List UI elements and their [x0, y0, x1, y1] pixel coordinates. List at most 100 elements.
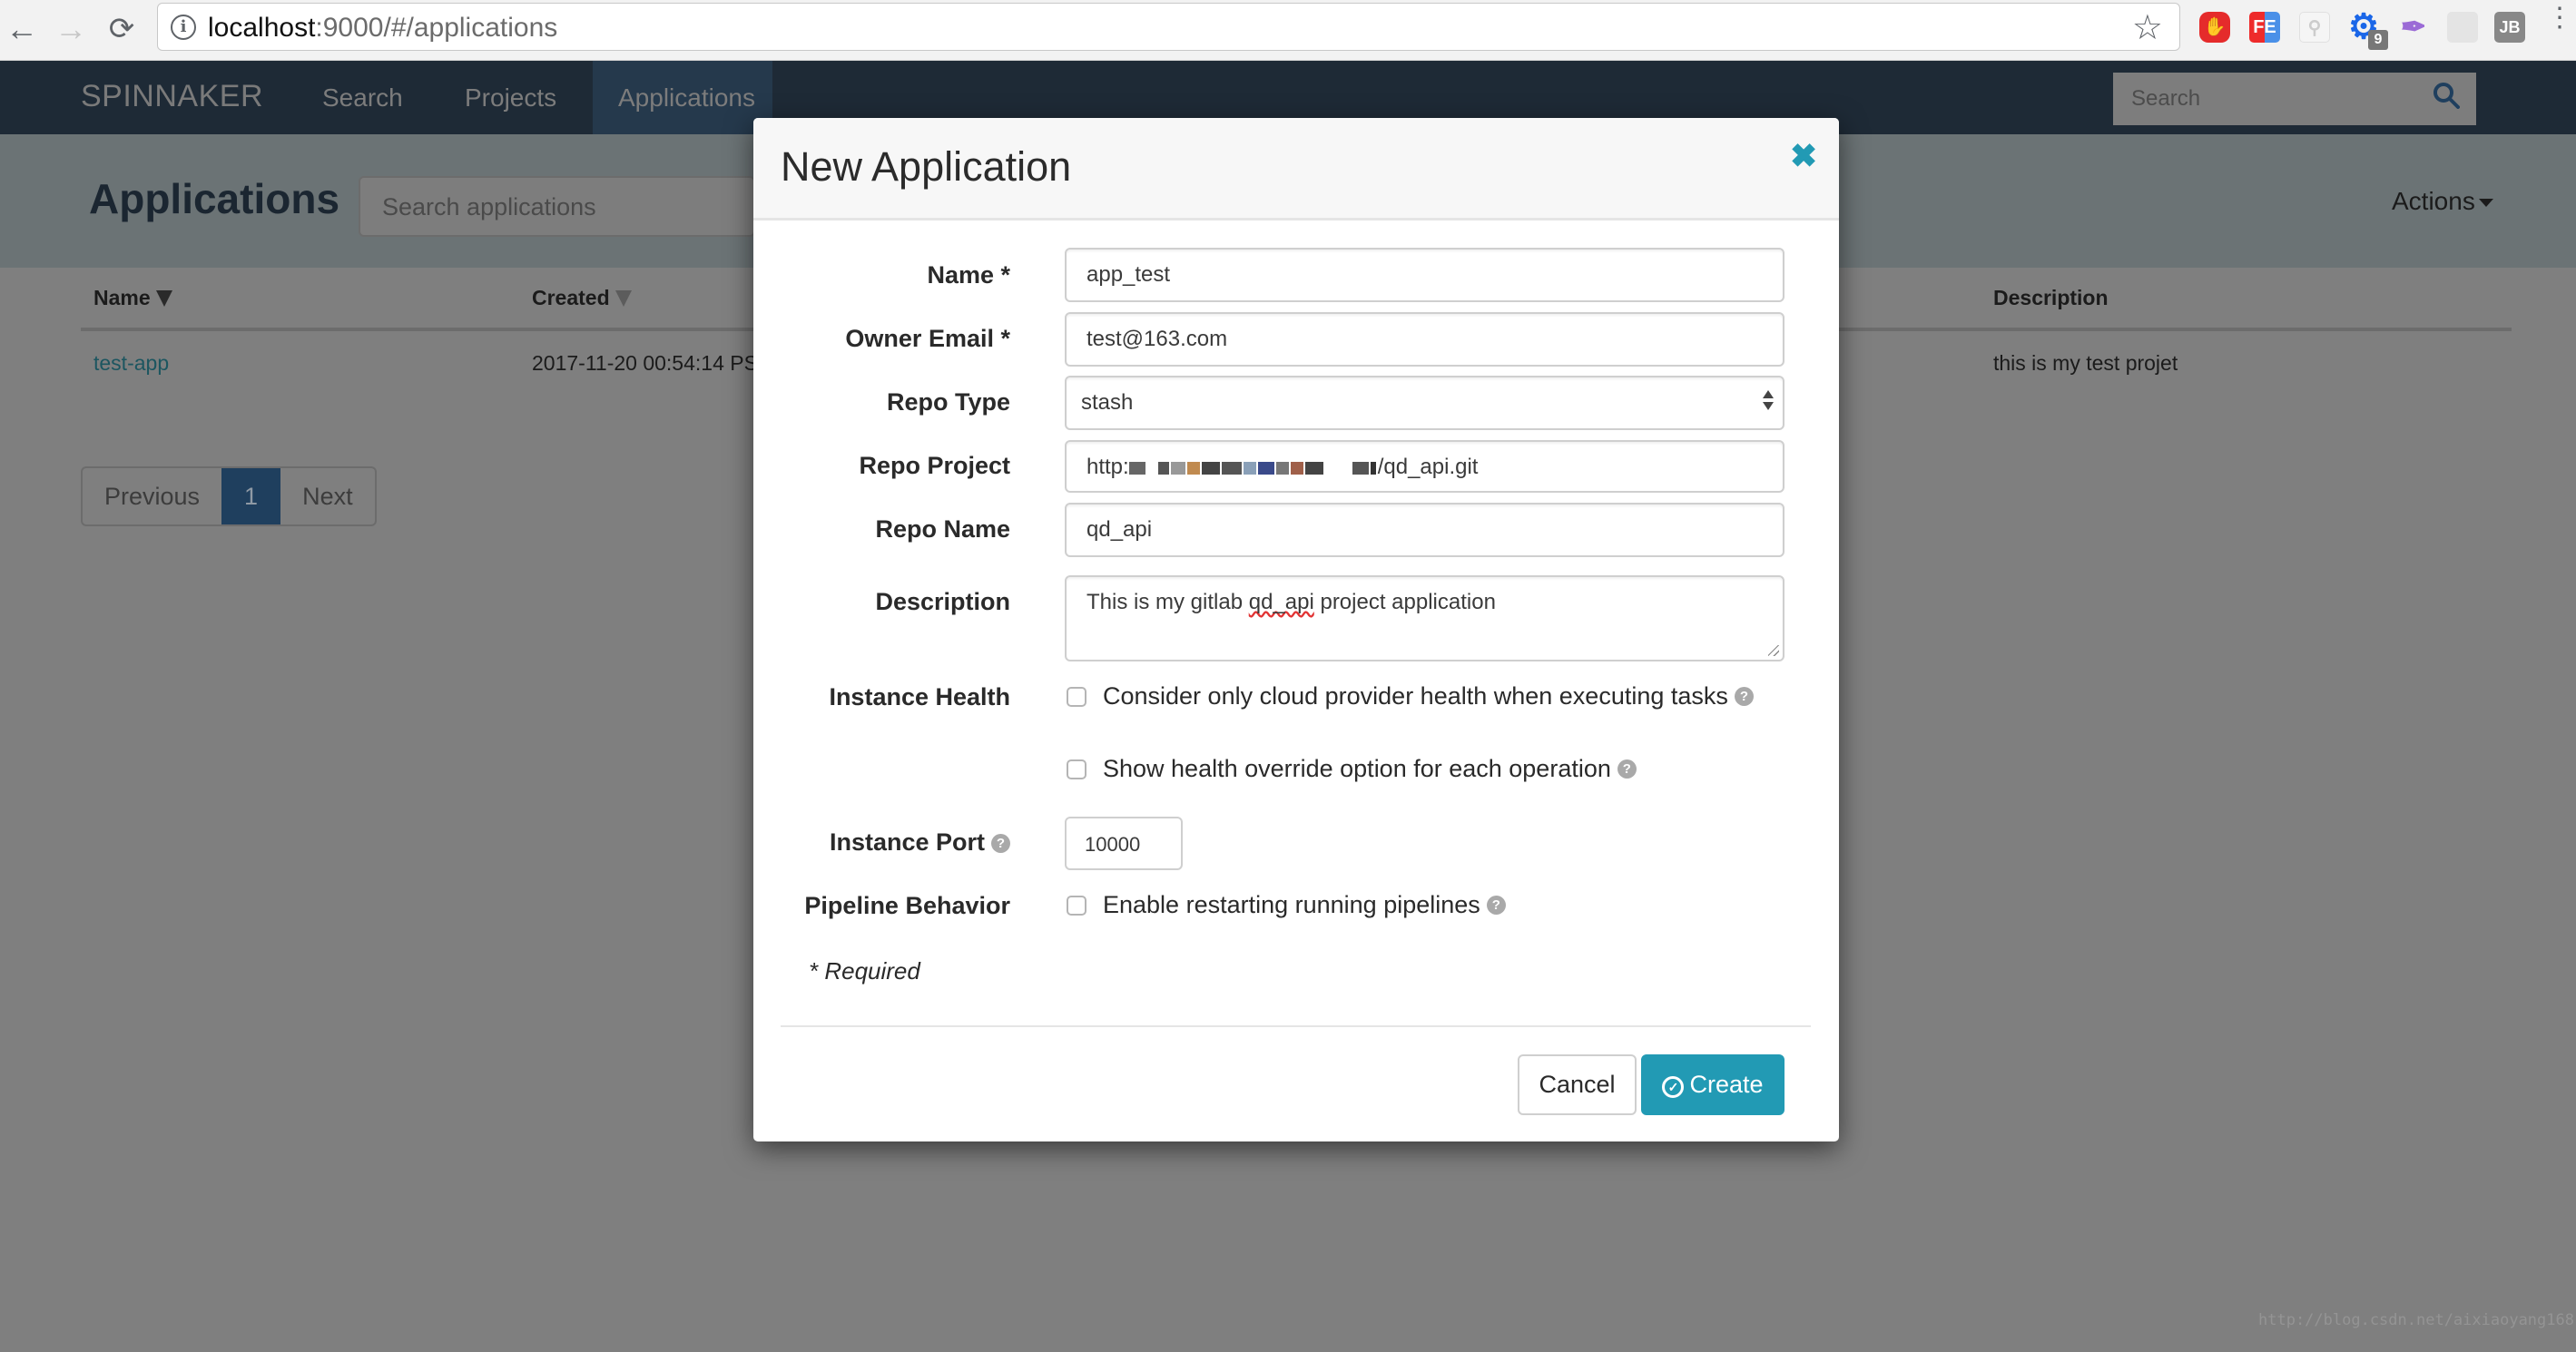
column-header-name[interactable]: Name: [93, 286, 172, 310]
repo-type-label: Repo Type: [886, 388, 1010, 416]
help-icon[interactable]: ?: [1486, 896, 1506, 915]
page-title: Applications: [89, 175, 340, 222]
reload-icon[interactable]: ⟳: [102, 9, 142, 49]
owner-email-input[interactable]: test@163.com: [1065, 312, 1785, 367]
back-icon[interactable]: ←: [2, 9, 42, 49]
cancel-button[interactable]: Cancel: [1518, 1054, 1637, 1115]
instance-port-label: Instance Port?: [830, 828, 1010, 857]
name-input[interactable]: app_test: [1065, 248, 1785, 302]
repo-type-value: stash: [1081, 390, 1134, 415]
help-icon[interactable]: ?: [991, 834, 1010, 853]
search-applications-input[interactable]: Search applications: [359, 176, 755, 237]
close-icon[interactable]: ✖: [1790, 138, 1817, 174]
previous-page-button[interactable]: Previous: [83, 468, 221, 524]
instance-health-label: Instance Health: [829, 683, 1010, 710]
nav-applications[interactable]: Applications: [593, 61, 772, 134]
help-icon[interactable]: ?: [1734, 687, 1754, 706]
repo-project-prefix: http:: [1086, 455, 1129, 479]
sort-desc-icon: [615, 290, 632, 307]
repo-name-value: qd_api: [1086, 517, 1153, 542]
health-override-option[interactable]: Show health override option for each ope…: [1067, 755, 1637, 783]
browser-toolbar: ← → ⟳ i localhost:9000/#/applications ☆ …: [0, 0, 2576, 61]
caret-down-icon: [2478, 199, 2493, 208]
page-1-button[interactable]: 1: [221, 468, 281, 524]
fe-helper-icon[interactable]: FE: [2249, 12, 2280, 43]
pipeline-behavior-label: Pipeline Behavior: [804, 892, 1010, 919]
owner-email-label: Owner Email *: [845, 325, 1010, 352]
check-circle-icon: ✓: [1662, 1076, 1685, 1098]
modal-footer-divider: [781, 1025, 1811, 1027]
watermark: http://blog.csdn.net/aixiaoyang168: [2258, 1311, 2574, 1329]
column-created-label: Created: [532, 286, 610, 309]
address-bar[interactable]: i localhost:9000/#/applications ☆: [157, 3, 2180, 51]
repo-project-input[interactable]: http: /qd_api.git: [1065, 440, 1785, 493]
forward-icon[interactable]: →: [51, 9, 91, 49]
select-arrows-icon: [1763, 390, 1774, 410]
restart-pipelines-checkbox[interactable]: [1067, 895, 1086, 916]
modal-header: New Application ✖: [753, 118, 1839, 220]
repo-project-suffix: /qd_api.git: [1377, 455, 1479, 479]
instance-port-input[interactable]: 10000: [1065, 817, 1183, 870]
cloud-provider-health-text: Consider only cloud provider health when…: [1103, 682, 1728, 710]
column-header-description[interactable]: Description: [1993, 286, 2109, 310]
nav-search[interactable]: Search: [297, 61, 428, 134]
adblock-icon[interactable]: ✋: [2199, 12, 2230, 43]
instance-port-label-text: Instance Port: [829, 828, 985, 856]
required-note: * Required: [809, 957, 920, 985]
pagination: Previous 1 Next: [81, 466, 377, 526]
layout-icon[interactable]: [2447, 12, 2478, 43]
repo-project-label: Repo Project: [859, 452, 1010, 479]
restart-pipelines-text: Enable restarting running pipelines: [1103, 891, 1480, 918]
instance-port-value: 10000: [1085, 833, 1141, 856]
next-page-button[interactable]: Next: [280, 468, 375, 524]
description-text-end: project application: [1313, 590, 1496, 614]
bookmark-star-icon[interactable]: ☆: [2132, 7, 2163, 48]
repo-type-select[interactable]: stash: [1065, 376, 1785, 430]
description-value: This is my gitlab qd_api project applica…: [1086, 590, 1496, 615]
owner-email-value: test@163.com: [1086, 327, 1228, 351]
brand-logo[interactable]: SPINNAKER: [81, 79, 263, 114]
app-description: this is my test projet: [1993, 351, 2178, 375]
new-application-modal: New Application ✖ Name * app_test Owner …: [753, 118, 1839, 1141]
restart-pipelines-option[interactable]: Enable restarting running pipelines ?: [1067, 891, 1506, 919]
global-search-input[interactable]: Search: [2113, 73, 2476, 125]
resize-handle[interactable]: [1768, 645, 1779, 656]
description-textarea[interactable]: This is my gitlab qd_api project applica…: [1065, 575, 1785, 661]
health-override-checkbox[interactable]: [1067, 759, 1086, 779]
description-text-start: This is my gitlab: [1086, 590, 1249, 614]
quill-icon[interactable]: ✒: [2398, 12, 2429, 43]
info-icon[interactable]: i: [171, 15, 196, 40]
gear-extension-icon[interactable]: ⚙ 9: [2348, 10, 2388, 50]
description-label: Description: [875, 588, 1010, 615]
cloud-provider-health-checkbox[interactable]: [1067, 686, 1086, 707]
column-header-created[interactable]: Created: [532, 286, 632, 310]
sort-desc-icon: [155, 290, 172, 307]
browser-menu-icon[interactable]: ⋮: [2546, 5, 2573, 32]
search-icon[interactable]: [2433, 82, 2460, 109]
url-path: :9000/#/applications: [315, 13, 558, 43]
jb-icon[interactable]: JB: [2494, 12, 2525, 43]
repo-project-value: http: /qd_api.git: [1086, 455, 1478, 480]
sitemap-icon[interactable]: ⚲: [2299, 12, 2330, 43]
name-value: app_test: [1086, 262, 1171, 287]
health-override-text: Show health override option for each ope…: [1103, 755, 1611, 782]
actions-dropdown[interactable]: Actions: [2392, 187, 2493, 216]
cloud-provider-health-option[interactable]: Consider only cloud provider health when…: [1067, 682, 1754, 710]
create-label: Create: [1689, 1071, 1764, 1098]
extension-badge: 9: [2368, 30, 2388, 50]
create-button[interactable]: ✓ Create: [1641, 1054, 1785, 1115]
help-icon[interactable]: ?: [1617, 759, 1637, 779]
redacted-url: [1128, 455, 1378, 479]
url-host: localhost: [208, 13, 316, 43]
repo-name-label: Repo Name: [875, 515, 1010, 543]
modal-title: New Application: [781, 143, 1072, 190]
app-created: 2017-11-20 00:54:14 PST: [532, 351, 771, 375]
column-name-label: Name: [93, 286, 151, 309]
nav-projects[interactable]: Projects: [439, 61, 582, 134]
repo-name-input[interactable]: qd_api: [1065, 503, 1785, 557]
app-name-link[interactable]: test-app: [93, 351, 169, 376]
misspelled-word: qd_api: [1248, 590, 1314, 614]
column-description-label: Description: [1993, 286, 2109, 309]
global-search-placeholder: Search: [2131, 86, 2201, 111]
name-label: Name *: [927, 261, 1010, 289]
